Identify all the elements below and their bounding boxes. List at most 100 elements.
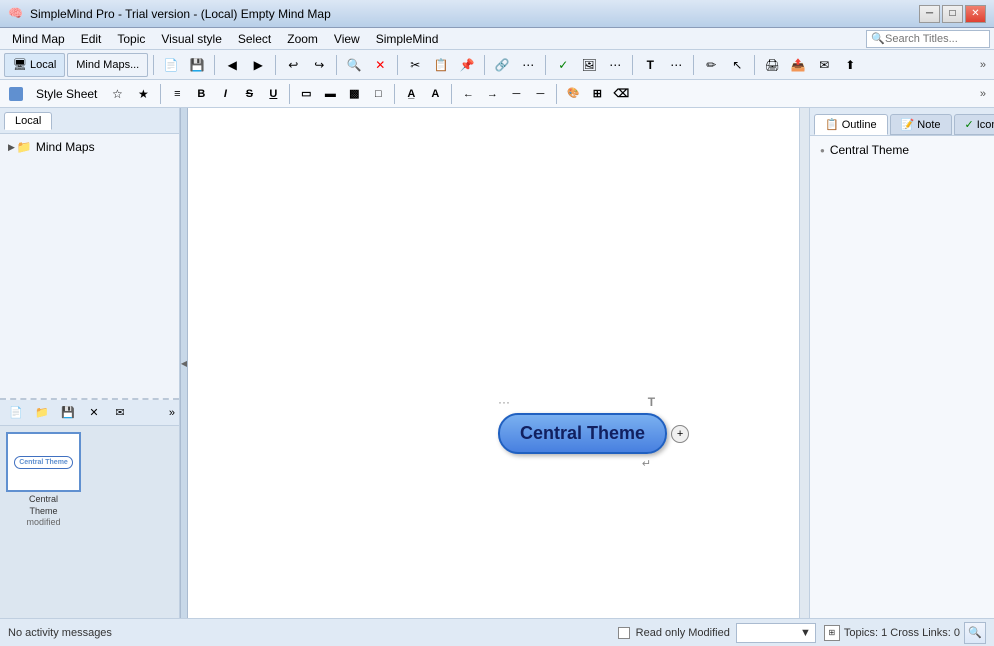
minimize-button[interactable]: ─ [919,5,940,23]
export-button[interactable]: 📤 [786,53,810,77]
strikethrough-button[interactable]: S [238,83,260,105]
align-left-button[interactable]: ≡ [166,83,188,105]
tree-item-label: Mind Maps [36,140,95,154]
icon-tab[interactable]: ✓ Icon [954,114,994,135]
menu-zoom[interactable]: Zoom [279,30,326,48]
more-button1[interactable]: ⋯ [516,53,540,77]
toolbar-sep1 [153,55,154,75]
close-button[interactable]: ✕ [965,5,986,23]
local-tab[interactable]: 🖥 Local [4,53,65,77]
central-theme-node[interactable]: ··· T Central Theme ↵ + [498,413,689,454]
font-color-button[interactable]: A [424,83,446,105]
fmt-sep4 [451,84,452,104]
redo-button[interactable]: ↪ [307,53,331,77]
line-left-button[interactable]: ← [457,83,479,105]
node-dots-icon: ··· [498,395,510,409]
thumbnail-toolbar: 📄 📁 💾 ✕ ✉ » [0,400,179,426]
title-bar: 🧠 SimpleMind Pro - Trial version - (Loca… [0,0,994,28]
new-button[interactable]: 📄 [159,53,183,77]
canvas-area[interactable]: ··· T Central Theme ↵ + [188,108,809,618]
tree-item-mindmaps[interactable]: ▶ 📁 Mind Maps [4,138,175,156]
shape-border-button[interactable]: □ [367,83,389,105]
thumbnail-item[interactable]: Central Theme Central Theme modified [6,432,81,529]
eraser-button[interactable]: ⌫ [610,83,632,105]
zoom-fit-button[interactable]: 🔍 [342,53,366,77]
outline-item-central-theme[interactable]: ● Central Theme [814,140,990,160]
toolbar-expand[interactable]: » [976,59,990,71]
shape-fill-button[interactable]: ▩ [343,83,365,105]
toolbar-sep9 [693,55,694,75]
forward-button[interactable]: ▶ [246,53,270,77]
mindmaps-button[interactable]: Mind Maps... [67,53,148,77]
node-expand-button[interactable]: + [671,425,689,443]
undo-button[interactable]: ↩ [281,53,305,77]
mail-button[interactable]: ✉ [812,53,836,77]
shape-rect-button[interactable]: ▬ [319,83,341,105]
local-panel-tab[interactable]: Local [4,112,52,130]
status-right: ⊞ Topics: 1 Cross Links: 0 🔍 [824,622,986,644]
image-button[interactable]: 🖼 [577,53,601,77]
menu-mindmap[interactable]: Mind Map [4,30,73,48]
fmt-sep2 [289,84,290,104]
menu-search-box[interactable]: 🔍 [866,30,990,48]
thumb-new-button[interactable]: 📄 [4,401,28,425]
menu-select[interactable]: Select [230,30,279,48]
star-filled-button[interactable]: ★ [131,82,155,106]
back-button[interactable]: ◀ [220,53,244,77]
stylesheet-label[interactable]: Style Sheet [30,87,103,101]
node-t-icon: T [648,395,655,409]
menu-view[interactable]: View [326,30,368,48]
menu-search-input[interactable] [885,33,985,45]
rel-button[interactable]: 🔗 [490,53,514,77]
line-style-button[interactable]: ─ [505,83,527,105]
color-table-button[interactable]: ⊞ [586,83,608,105]
maximize-button[interactable]: □ [942,5,963,23]
line-right-button[interactable]: → [481,83,503,105]
thumb-save-button[interactable]: 💾 [56,401,80,425]
print-button[interactable]: 🖨 [760,53,784,77]
underline-button[interactable]: U [262,83,284,105]
window-controls: ─ □ ✕ [919,5,986,23]
line-end-button[interactable]: ─ [529,83,551,105]
bold-button[interactable]: B [190,83,212,105]
icon-tab-label: Icon [977,119,994,131]
share-button[interactable]: ⬆ [838,53,862,77]
status-dropdown[interactable]: ▼ [736,623,816,643]
fill-color-button[interactable]: A̲ [400,83,422,105]
italic-button[interactable]: I [214,83,236,105]
status-checkbox[interactable] [618,627,630,639]
thumb-mail-button[interactable]: ✉ [108,401,132,425]
menu-bar: Mind Map Edit Topic Visual style Select … [0,28,994,50]
delete-button[interactable]: ✕ [368,53,392,77]
star-button[interactable]: ☆ [105,82,129,106]
menu-topic[interactable]: Topic [109,30,153,48]
save-button[interactable]: 💾 [185,53,209,77]
toolbar2-expand[interactable]: » [976,88,990,100]
paste-button[interactable]: 📌 [455,53,479,77]
copy-button[interactable]: 📋 [429,53,453,77]
cut-button[interactable]: ✂ [403,53,427,77]
menu-edit[interactable]: Edit [73,30,110,48]
left-panel-tabs: Local [0,108,179,134]
check-button[interactable]: ✓ [551,53,575,77]
status-search-button[interactable]: 🔍 [964,622,986,644]
note-tab[interactable]: 📝 Note [890,114,952,135]
more-button3[interactable]: ⋯ [664,53,688,77]
text-button[interactable]: T [638,53,662,77]
thumb-folder-button[interactable]: 📁 [30,401,54,425]
thumb-close-button[interactable]: ✕ [82,401,106,425]
menu-simplemind[interactable]: SimpleMind [368,30,447,48]
shape-round-button[interactable]: ▭ [295,83,317,105]
menu-visualstyle[interactable]: Visual style [153,30,229,48]
central-theme-box[interactable]: Central Theme [498,413,667,454]
more-button2[interactable]: ⋯ [603,53,627,77]
outline-tab[interactable]: 📋 Outline [814,114,888,135]
color-palette-button[interactable]: 🎨 [562,83,584,105]
canvas-vscrollbar[interactable] [799,108,809,618]
status-activity: No activity messages [8,627,610,639]
pen-button[interactable]: ✏ [699,53,723,77]
select-button[interactable]: ↖ [725,53,749,77]
left-panel-collapse-handle[interactable]: ◀ [180,108,188,618]
toolbar-sep6 [484,55,485,75]
thumb-expand[interactable]: » [169,407,175,419]
